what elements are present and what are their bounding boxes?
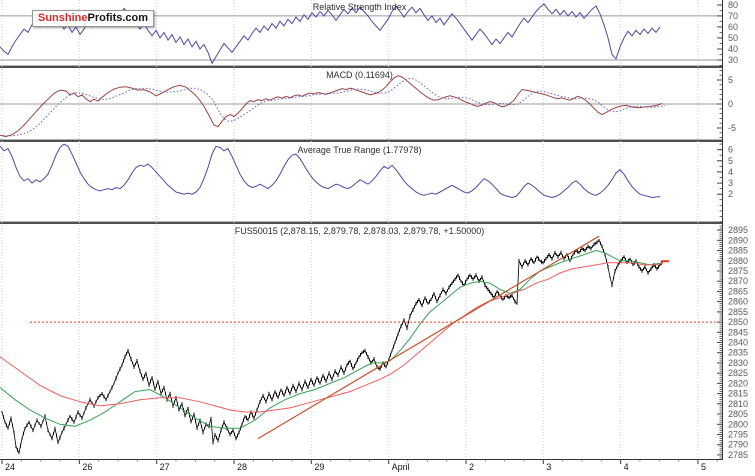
y-axis-label: 2895 <box>728 225 748 235</box>
y-axis-label: 2860 <box>728 297 748 307</box>
ma-slow-line <box>0 263 663 412</box>
logo-text-sunshine: Sunshine <box>38 12 88 24</box>
y-axis-label: 2855 <box>728 307 748 317</box>
y-axis-label: 2800 <box>728 419 748 429</box>
y-axis-label: 2795 <box>728 430 748 440</box>
y-axis-label: 2845 <box>728 327 748 337</box>
y-axis-label: 2870 <box>728 276 748 286</box>
macd-line <box>0 76 662 137</box>
y-axis-label: -5 <box>728 123 736 133</box>
y-axis-label: 80 <box>728 0 738 10</box>
y-axis-label: 3 <box>728 178 733 188</box>
trendline <box>258 236 599 438</box>
y-axis-label: 2785 <box>728 450 748 460</box>
y-axis-label: 2890 <box>728 235 748 245</box>
y-axis-label: 2830 <box>728 358 748 368</box>
x-axis-label: 29 <box>314 462 324 472</box>
y-axis-label: 2875 <box>728 266 748 276</box>
price-chart-canvas: 80706050403050-5654322895289028852880287… <box>0 0 755 476</box>
y-axis-label: 60 <box>728 22 738 32</box>
chart-page: { "logo": {"part1": "Sunshine", "part2":… <box>0 0 755 476</box>
y-axis-label: 2815 <box>728 389 748 399</box>
y-axis-label: 2865 <box>728 286 748 296</box>
x-axis-label: 3 <box>546 462 551 472</box>
y-axis-label: 2810 <box>728 399 748 409</box>
price-bars <box>2 239 662 454</box>
signal-line <box>3 79 665 136</box>
y-axis-label: 50 <box>728 33 738 43</box>
atr-line <box>0 144 660 197</box>
ma-fast-line <box>0 251 663 429</box>
y-axis-label: 5 <box>728 75 733 85</box>
y-axis-label: 2840 <box>728 338 748 348</box>
x-axis-label: 27 <box>160 462 170 472</box>
y-axis-label: 6 <box>728 145 733 155</box>
y-axis-label: 30 <box>728 55 738 65</box>
y-axis-label: 2820 <box>728 378 748 388</box>
x-axis-label: 28 <box>237 462 247 472</box>
y-axis-label: 2885 <box>728 246 748 256</box>
y-axis-label: 4 <box>728 167 733 177</box>
y-axis-label: 2805 <box>728 409 748 419</box>
x-axis-label: 24 <box>5 462 15 472</box>
x-axis-label: 4 <box>624 462 629 472</box>
logo-text-profits: Profits.com <box>88 12 149 24</box>
y-axis-label: 70 <box>728 11 738 21</box>
x-axis-label: 26 <box>82 462 92 472</box>
y-axis-label: 2835 <box>728 348 748 358</box>
y-axis-label: 2790 <box>728 440 748 450</box>
x-axis-label: 2 <box>469 462 474 472</box>
y-axis-label: 40 <box>728 44 738 54</box>
y-axis-label: 5 <box>728 156 733 166</box>
y-axis-label: 0 <box>728 99 733 109</box>
watermark-logo: SunshineProfits.com <box>32 10 154 27</box>
y-axis-label: 2 <box>728 189 733 199</box>
y-axis-label: 2850 <box>728 317 748 327</box>
x-axis-label: 5 <box>701 462 706 472</box>
y-axis-label: 2880 <box>728 256 748 266</box>
y-axis-label: 2825 <box>728 368 748 378</box>
x-axis-label: April <box>392 462 410 472</box>
